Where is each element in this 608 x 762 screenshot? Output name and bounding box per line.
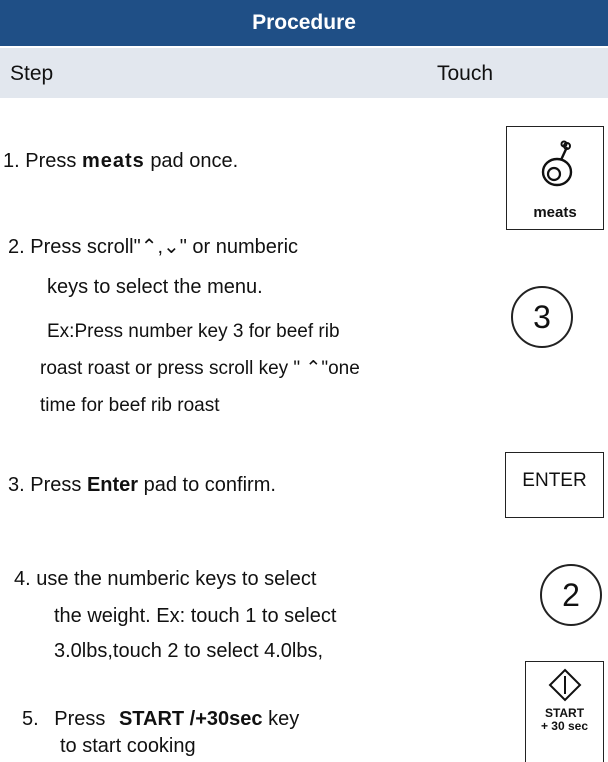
step-1-post: pad once. [150, 150, 239, 172]
step-4-number: 4. [14, 568, 31, 590]
procedure-header: Procedure [0, 0, 608, 46]
step-2-example-3: time for beef rib roast [40, 395, 220, 416]
step-2-example-2: roast roast or press scroll key " ⌃"one [40, 358, 360, 379]
step-1: 1. Press meats pad once. [3, 147, 238, 175]
step-2-line2: keys to select the menu. [47, 276, 263, 298]
step-3: 3. Press Enter pad to confirm. [8, 471, 276, 499]
step-1-number: 1. [3, 150, 20, 172]
enter-key-label: ENTER [522, 470, 587, 491]
step-5-pre: Press [54, 708, 106, 730]
step-2-example-1: Ex:Press number key 3 for beef rib [47, 321, 340, 342]
step-5-number: 5. [22, 708, 39, 730]
start-icon [548, 668, 582, 702]
meats-key-label: meats [533, 204, 577, 221]
step-4-line2: the weight. Ex: touch 1 to select [54, 605, 337, 627]
step-5-key: START /+30sec [118, 708, 263, 730]
touch-column-label: Touch [437, 62, 494, 85]
step-4-text-1: use the numberic keys to select [36, 568, 317, 590]
step-3-pre: Press [30, 474, 82, 496]
step-3-number: 3. [8, 474, 25, 496]
meats-key[interactable]: meats [506, 126, 604, 230]
start-key-label: START + 30 sec [540, 706, 589, 733]
step-4-line3: 3.0lbs,touch 2 to select 4.0lbs, [54, 640, 324, 662]
step-3-post: pad to confirm. [143, 474, 276, 496]
enter-key[interactable]: ENTER [505, 452, 604, 518]
start-key[interactable]: START + 30 sec [525, 661, 604, 762]
step-2-number: 2. [8, 236, 25, 258]
step-1-pre: Press [25, 150, 77, 172]
meats-icon [541, 140, 573, 187]
step-1-key: meats [81, 150, 145, 172]
step-2-text-1: Press scroll"⌃,⌄" or numberic [30, 236, 299, 258]
number-2-label: 2 [562, 576, 580, 613]
number-2-key[interactable]: 2 [540, 564, 602, 626]
step-2-line1: 2. Press scroll"⌃,⌄" or numberic [8, 233, 298, 261]
step-5-line1: 5. Press START /+30sec key [22, 705, 299, 733]
number-3-key[interactable]: 3 [511, 286, 573, 348]
step-column-label: Step [10, 62, 54, 85]
step-4-line1: 4. use the numberic keys to select [14, 565, 316, 593]
step-5-line2: to start cooking [60, 735, 196, 757]
step-3-key: Enter [86, 474, 139, 496]
number-3-label: 3 [533, 298, 551, 335]
column-header-row: Step Touch [0, 48, 608, 98]
step-5-post: key [268, 708, 300, 730]
header-title: Procedure [252, 11, 356, 34]
